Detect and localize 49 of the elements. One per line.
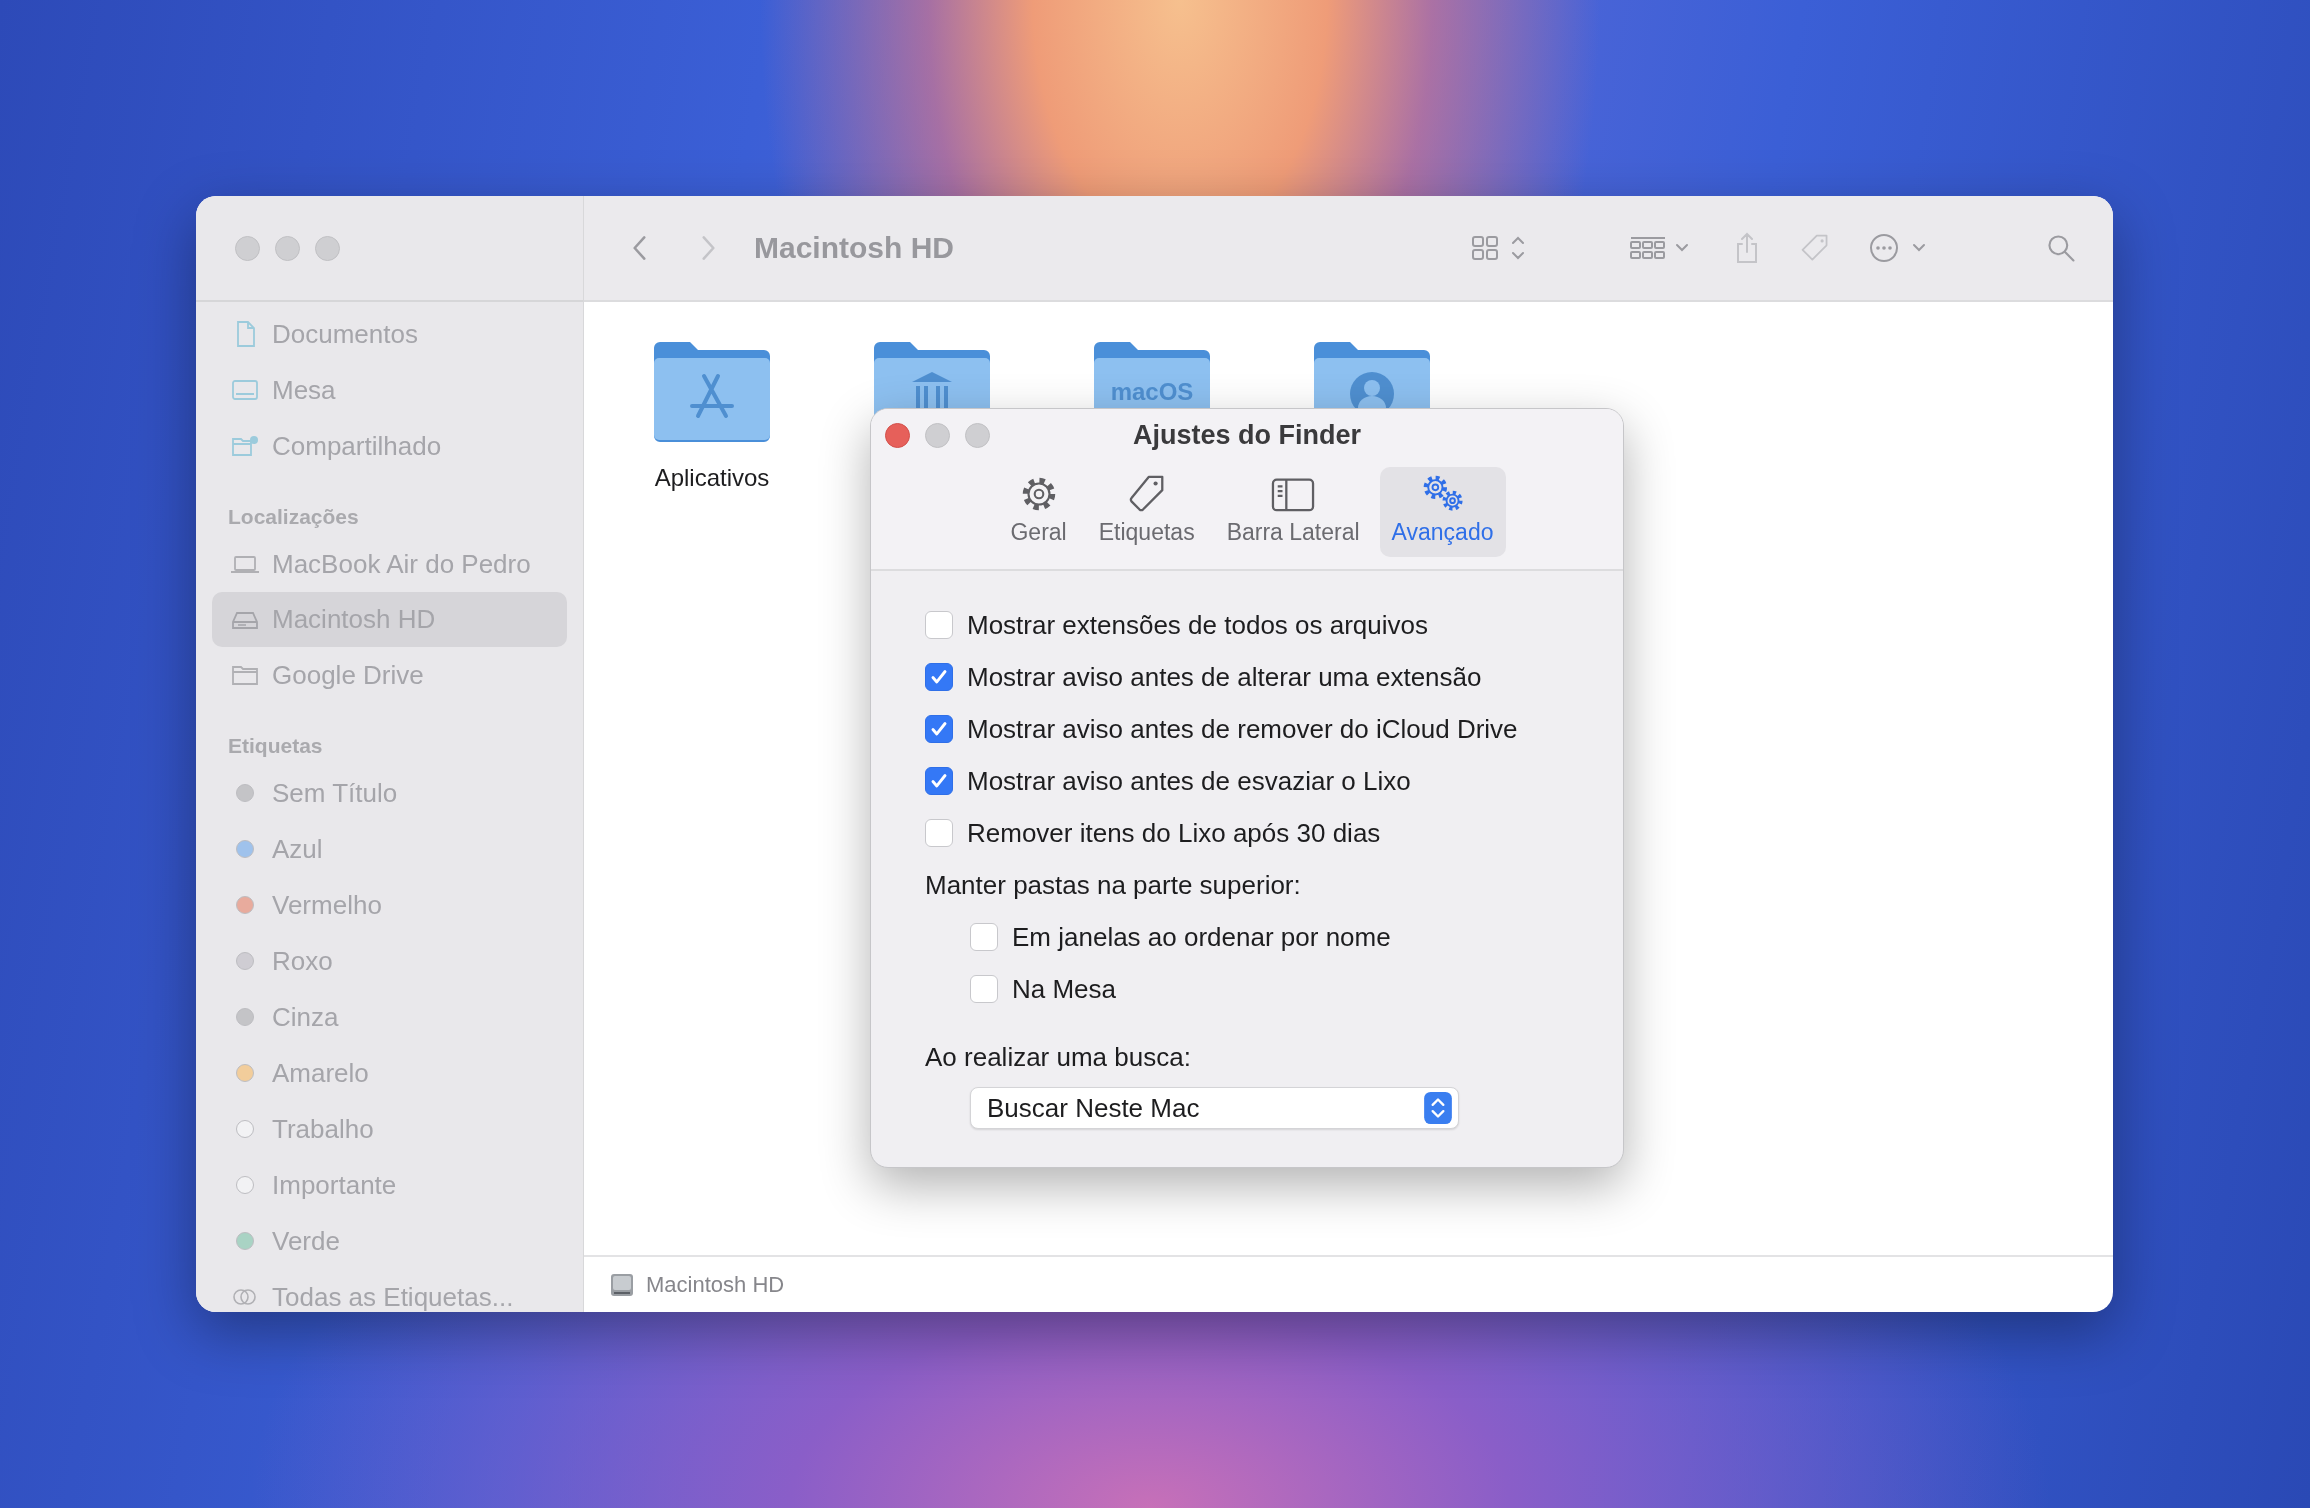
checkbox[interactable] [970, 923, 998, 951]
sidebar-item[interactable]: Compartilhado [216, 418, 563, 474]
window-title: Macintosh HD [754, 231, 954, 265]
sidebar-item[interactable]: Cinza [216, 989, 563, 1045]
checkbox[interactable] [925, 663, 953, 691]
close-button[interactable] [235, 235, 260, 261]
dialog-title: Ajustes do Finder [1132, 419, 1362, 451]
checkbox[interactable] [925, 715, 953, 743]
sidebar-heading: Etiquetas [227, 733, 324, 759]
sidebar-item[interactable]: Google Drive [216, 647, 563, 703]
group-label: Manter pastas na parte superior: [925, 869, 1302, 902]
sidebar-item[interactable]: Azul [216, 821, 563, 877]
checkbox[interactable] [925, 819, 953, 847]
checkbox[interactable] [970, 975, 998, 1003]
path-label: Macintosh HD [646, 1271, 785, 1298]
minimize-button[interactable] [275, 235, 300, 261]
sidebar-item[interactable]: Roxo [216, 933, 563, 989]
checkbox[interactable] [925, 611, 953, 639]
sidebar-item[interactable]: Documentos [216, 306, 563, 362]
sidebar-item[interactable]: Todas as Etiquetas... [216, 1269, 563, 1312]
zoom-button[interactable] [315, 235, 340, 261]
minimize-button[interactable] [925, 422, 950, 448]
sidebar-item[interactable]: Trabalho [216, 1101, 563, 1157]
folder-name: Aplicativos [654, 464, 770, 492]
sidebar-item[interactable]: Amarelo [216, 1045, 563, 1101]
select-label: Ao realizar uma busca: [925, 1041, 1192, 1074]
checkbox-label[interactable]: Remover itens do Lixo após 30 dias [967, 817, 1381, 849]
checkbox[interactable] [925, 767, 953, 795]
sidebar-item[interactable]: Vermelho [216, 877, 563, 933]
sidebar-item[interactable]: Sem Título [216, 765, 563, 821]
checkbox-label[interactable]: Mostrar aviso antes de esvaziar o Lixo [967, 765, 1411, 797]
checkbox-label[interactable]: Mostrar aviso antes de alterar uma extensão [967, 661, 1482, 693]
settings-tab[interactable]: Etiquetas [1086, 467, 1207, 557]
sidebar-item[interactable]: Verde [216, 1213, 563, 1269]
checkbox-label[interactable]: Mostrar aviso antes de remover do iCloud Drive [967, 713, 1518, 745]
stepper-arrows-icon [1424, 1092, 1452, 1124]
sidebar-item[interactable]: Mesa [216, 362, 563, 418]
sidebar-item[interactable]: MacBook Air do Pedro [216, 536, 563, 592]
settings-tab[interactable]: Avançado [1379, 467, 1506, 557]
checkbox-label[interactable]: Em janelas ao ordenar por nome [1012, 921, 1391, 953]
checkbox-label[interactable]: Na Mesa [1012, 973, 1117, 1005]
settings-tab[interactable]: Geral [998, 467, 1079, 557]
settings-tab[interactable]: Barra Lateral [1214, 467, 1372, 557]
close-button[interactable] [885, 422, 910, 448]
zoom-button[interactable] [965, 422, 990, 448]
sidebar-item[interactable]: Importante [216, 1157, 563, 1213]
search-scope-select[interactable]: Buscar Neste Mac [970, 1087, 1459, 1129]
checkbox-label[interactable]: Mostrar extensões de todos os arquivos [967, 609, 1429, 641]
sidebar-heading: Localizações [227, 504, 360, 530]
